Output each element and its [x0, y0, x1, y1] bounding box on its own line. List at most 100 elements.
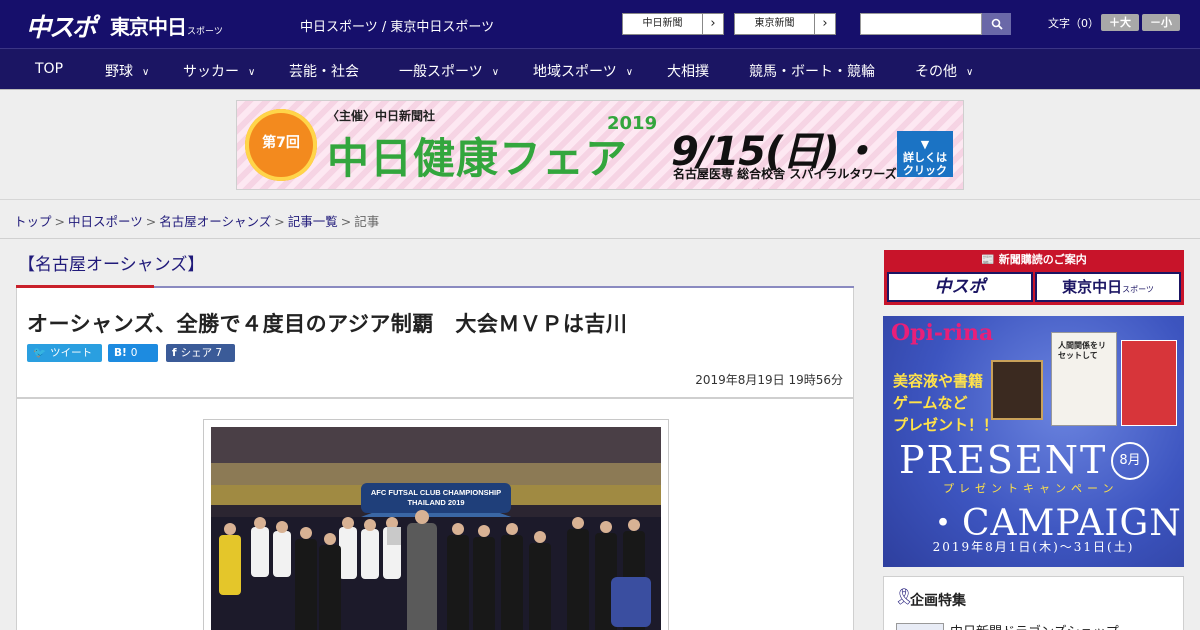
chevron-down-icon: ∨: [142, 67, 150, 78]
breadcrumb-nagoya-oceans[interactable]: 名古屋オーシャンズ: [159, 214, 271, 229]
nav-sumo[interactable]: 大相撲: [667, 61, 709, 81]
nav-label: 野球: [105, 64, 133, 80]
font-larger-button[interactable]: ＋大: [1101, 14, 1139, 31]
chunichi-shimbun-link[interactable]: 中日新聞 ›: [622, 13, 724, 35]
nav-entertainment[interactable]: 芸能・社会: [289, 61, 359, 81]
subscription-box: 📰 新聞購読のご案内 中スポ 東京中日スポーツ: [884, 250, 1184, 305]
facebook-share-button[interactable]: f シェア 7: [166, 344, 235, 362]
ad-month-badge: 8月: [1111, 442, 1149, 480]
breadcrumb-current: 記事: [354, 214, 380, 229]
breadcrumb-separator: >: [274, 214, 285, 229]
banner-title: 中日健康フェア: [327, 134, 629, 183]
banner-cta[interactable]: ▼ 詳しくは クリック: [897, 131, 953, 177]
chevron-down-icon: ∨: [248, 67, 256, 78]
chevron-down-icon: ∨: [491, 67, 500, 78]
tokyo-shimbun-label: 東京新聞: [735, 14, 815, 34]
chevron-right-icon: ›: [822, 16, 828, 31]
nav-label: サッカー: [183, 64, 239, 80]
tokyo-shimbun-link[interactable]: 東京新聞 ›: [734, 13, 836, 35]
hatena-icon: B!: [114, 347, 127, 359]
subscribe-tokyo-text: 東京中日: [1062, 278, 1123, 296]
chevron-right-icon: ›: [710, 16, 716, 31]
nav-regional-sports[interactable]: 地域スポーツ ∨: [533, 61, 633, 81]
chevron-down-icon: ∨: [966, 67, 974, 78]
subscribe-tokyo-chunichi-button[interactable]: 東京中日スポーツ: [1035, 272, 1181, 302]
category-title: 【名古屋オーシャンズ】: [18, 255, 205, 275]
nav-baseball[interactable]: 野球 ∨: [105, 61, 149, 81]
subscribe-chuspo-button[interactable]: 中スポ: [887, 272, 1033, 302]
nav-racing[interactable]: 競馬・ボート・競輪: [749, 61, 875, 81]
banner-year: 2019: [607, 113, 658, 134]
nav-soccer[interactable]: サッカー ∨: [183, 61, 255, 81]
feature-title: 企画特集: [910, 593, 966, 609]
search-icon: [991, 18, 1003, 30]
newspaper-icon: 📰: [981, 253, 995, 266]
site-title: 中日スポーツ / 東京中日スポーツ: [300, 20, 495, 35]
feature-thumbnail[interactable]: [896, 623, 944, 630]
nav-label: 地域スポーツ: [533, 64, 617, 80]
breadcrumb-top[interactable]: トップ: [14, 214, 52, 229]
banner-host: 〈主催〉中日新聞社: [327, 109, 436, 123]
site-header: 中スポ 東京中日スポーツ 中日スポーツ / 東京中日スポーツ 中日新聞 › 東京…: [0, 0, 1200, 48]
breadcrumb-separator: >: [340, 214, 352, 229]
chunichi-shimbun-label: 中日新聞: [623, 14, 703, 34]
book-image: 人間関係をリセットして: [1051, 332, 1117, 426]
article-header: オーシャンズ、全勝で４度目のアジア制覇 大会ＭＶＰは吉川 🐦 ツイート B! 0 f…: [16, 288, 854, 398]
article-headline: オーシャンズ、全勝で４度目のアジア制覇 大会ＭＶＰは吉川: [27, 312, 628, 336]
photo-banner-line1: AFC FUTSAL CLUB CHAMPIONSHIP: [371, 488, 501, 497]
hatena-bookmark-button[interactable]: B! 0: [108, 344, 158, 362]
breadcrumb-separator: >: [54, 214, 65, 229]
banner-area: 第7回 〈主催〉中日新聞社 中日健康フェア 2019 9/15(日)・16(祝)…: [0, 90, 1200, 200]
ad-copy-line3: プレゼント！！: [893, 416, 999, 434]
banner-cta-line2: クリック: [903, 164, 947, 177]
nav-label: その他: [915, 64, 957, 80]
nav-top[interactable]: TOP: [35, 61, 63, 77]
nav-general-sports[interactable]: 一般スポーツ ∨: [399, 61, 499, 81]
chuspo-logo[interactable]: 中スポ: [26, 8, 97, 44]
breadcrumb-separator: >: [145, 214, 157, 229]
subscription-heading-text: 新聞購読のご案内: [998, 253, 1087, 266]
banner-venue: 名古屋医専 総合校舎 スパイラルタワーズ: [673, 167, 897, 181]
publish-date: 2019年8月19日 19時56分: [695, 373, 843, 387]
breadcrumb-article-list[interactable]: 記事一覧: [288, 214, 338, 229]
ad-copy-line2: ゲームなど: [893, 394, 968, 412]
font-size-label: 文字（0）: [1048, 17, 1099, 30]
hatena-count: 0: [130, 347, 138, 359]
article-photo-frame: AFC FUTSAL CLUB CHAMPIONSHIP THAILAND 20…: [203, 419, 669, 630]
chevron-down-icon: ∨: [625, 67, 634, 78]
tokyo-logo-text: 東京中日: [110, 15, 187, 39]
search-input[interactable]: [860, 13, 982, 35]
tweet-label: ツイート: [50, 347, 93, 359]
nav-label: 大相撲: [667, 64, 709, 80]
ad-present-text: PRESENT: [899, 438, 1108, 482]
nav-other[interactable]: その他 ∨: [915, 61, 973, 81]
tokyo-logo-suffix: スポーツ: [187, 27, 223, 37]
book-title: 人間関係をリセットして: [1058, 341, 1106, 360]
subscribe-tokyo-suffix: スポーツ: [1122, 285, 1154, 294]
ad-period: 2019年8月1日(木)〜31日(土): [932, 540, 1135, 554]
facebook-icon: f: [172, 347, 177, 359]
banner-cta-line1: 詳しくは: [903, 151, 947, 164]
twitter-icon: 🐦: [33, 347, 47, 359]
nav-label: 競馬・ボート・競輪: [749, 64, 875, 80]
font-smaller-button[interactable]: －小: [1142, 14, 1180, 31]
breadcrumb-chunichi-sports[interactable]: 中日スポーツ: [68, 214, 143, 229]
photo-banner-line2: THAILAND 2019: [407, 498, 464, 507]
search-button[interactable]: [982, 13, 1011, 35]
serum-product-image: [991, 360, 1043, 420]
tweet-button[interactable]: 🐦 ツイート: [27, 344, 102, 362]
facebook-label: シェア: [180, 347, 213, 359]
article-photo[interactable]: AFC FUTSAL CLUB CHAMPIONSHIP THAILAND 20…: [211, 427, 661, 630]
triangle-down-icon: ▼: [920, 138, 930, 151]
facebook-count: 7: [215, 347, 223, 359]
tokyo-chunichi-logo[interactable]: 東京中日スポーツ: [110, 11, 223, 40]
present-campaign-ad[interactable]: Opi-rina 美容液や書籍 ゲームなど プレゼント！！ 人間関係をリセットして …: [883, 316, 1184, 567]
feature-item-link[interactable]: 中日新聞ドラゴンズショップ: [950, 621, 1119, 630]
ad-brand-logo: Opi-rina: [891, 320, 994, 346]
trophy-ceremony-photo: AFC FUTSAL CLUB CHAMPIONSHIP THAILAND 20…: [211, 427, 661, 630]
health-fair-banner[interactable]: 第7回 〈主催〉中日新聞社 中日健康フェア 2019 9/15(日)・16(祝)…: [236, 100, 964, 190]
nav-label: TOP: [35, 61, 64, 77]
ad-copy-line1: 美容液や書籍: [893, 372, 984, 390]
main-nav: TOP 野球 ∨ サッカー ∨ 芸能・社会 一般スポーツ ∨ 地域スポーツ ∨ 大相撲 …: [0, 48, 1200, 90]
ad-copy: 美容液や書籍 ゲームなどプレゼント！！: [893, 370, 998, 436]
